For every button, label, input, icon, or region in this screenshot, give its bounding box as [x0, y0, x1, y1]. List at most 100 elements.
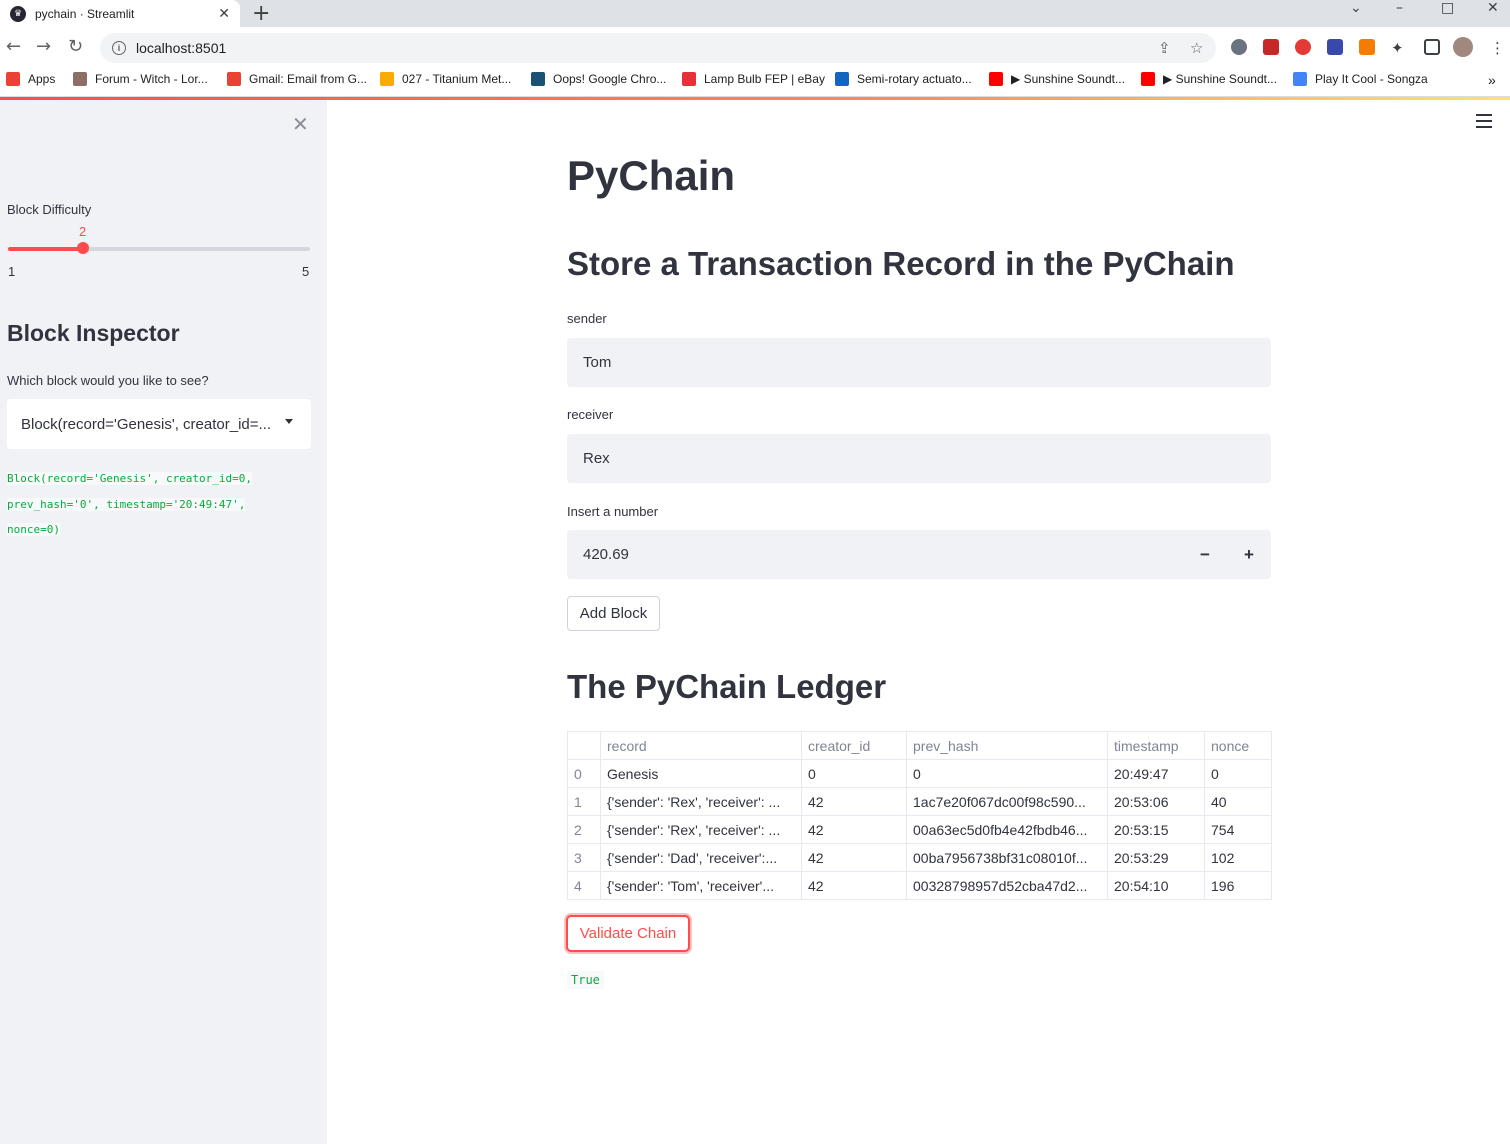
close-sidebar-icon[interactable]: ✕	[292, 112, 309, 136]
sender-input[interactable]: Tom	[567, 338, 1271, 387]
creator-id-cell[interactable]: 42	[801, 843, 907, 872]
extension-blue-icon[interactable]	[1327, 39, 1343, 55]
bookmark-actuator[interactable]: Semi-rotary actuato...	[835, 72, 972, 86]
bookmark-songza[interactable]: Play It Cool - Songza	[1293, 72, 1428, 86]
creator-id-cell[interactable]: 42	[801, 787, 907, 816]
prev-hash-cell[interactable]: 0	[906, 759, 1108, 788]
decrement-button[interactable]: −	[1183, 530, 1227, 579]
creator-id-cell[interactable]: 42	[801, 871, 907, 900]
amount-number-input[interactable]: 420.69 − +	[567, 530, 1271, 579]
record-cell[interactable]: {'sender': 'Rex', 'receiver': ...	[600, 787, 802, 816]
creator-id-cell[interactable]: 0	[801, 759, 907, 788]
add-block-button[interactable]: Add Block	[567, 596, 660, 631]
lastpass-extension-icon[interactable]	[1263, 39, 1279, 55]
timestamp-cell[interactable]: 20:54:10	[1107, 871, 1205, 900]
record-cell[interactable]: {'sender': 'Tom', 'receiver'...	[600, 871, 802, 900]
bookmark-apps[interactable]: Apps	[6, 72, 55, 86]
row-index: 2	[567, 815, 601, 844]
tab-search-icon[interactable]: ⌄	[1350, 0, 1362, 16]
increment-button[interactable]: +	[1227, 530, 1271, 579]
validate-chain-button[interactable]: Validate Chain	[566, 915, 690, 952]
timestamp-cell[interactable]: 20:53:06	[1107, 787, 1205, 816]
prev-hash-cell[interactable]: 1ac7e20f067dc00f98c590...	[906, 787, 1108, 816]
creator-id-cell[interactable]: 42	[801, 815, 907, 844]
bookmark-label: ▶ Sunshine Soundt...	[1011, 72, 1125, 86]
receiver-input[interactable]: Rex	[567, 434, 1271, 483]
timestamp-cell[interactable]: 20:53:15	[1107, 815, 1205, 844]
back-icon[interactable]: ←	[6, 36, 21, 57]
bookmark-ebay[interactable]: Lamp Bulb FEP | eBay	[682, 72, 825, 86]
column-header[interactable]	[567, 731, 601, 760]
browser-tab[interactable]: ♛ pychain · Streamlit ✕	[0, 0, 240, 27]
bookmark-sunshine-2[interactable]: ▶ Sunshine Soundt...	[1141, 72, 1277, 86]
difficulty-current-value: 2	[79, 224, 87, 239]
address-bar[interactable]: i localhost:8501	[100, 33, 1216, 63]
profile-avatar[interactable]	[1453, 37, 1473, 57]
forum-icon	[73, 72, 87, 86]
record-cell[interactable]: Genesis	[600, 759, 802, 788]
bookmark-titanium[interactable]: 027 - Titanium Met...	[380, 72, 511, 86]
forward-icon[interactable]: →	[36, 36, 51, 57]
site-info-icon[interactable]: i	[112, 41, 126, 55]
table-header-row: record creator_id prev_hash timestamp no…	[567, 731, 1272, 760]
metamask-extension-icon[interactable]	[1359, 39, 1375, 55]
nonce-cell[interactable]: 754	[1204, 815, 1272, 844]
prev-hash-cell[interactable]: 00ba7956738bf31c08010f...	[906, 843, 1108, 872]
timestamp-cell[interactable]: 20:49:47	[1107, 759, 1205, 788]
selected-block-text: Block(record='Genesis', creator_id=...	[21, 415, 272, 433]
inspector-question: Which block would you like to see?	[7, 373, 209, 388]
window-close-icon[interactable]: ✕	[1487, 0, 1499, 16]
inspector-title: Block Inspector	[7, 320, 180, 346]
record-cell[interactable]: {'sender': 'Rex', 'receiver': ...	[600, 815, 802, 844]
table-row: 3 {'sender': 'Dad', 'receiver':... 42 00…	[567, 843, 1272, 872]
nonce-cell[interactable]: 196	[1204, 871, 1272, 900]
record-cell[interactable]: {'sender': 'Dad', 'receiver':...	[600, 843, 802, 872]
sender-label: sender	[567, 311, 607, 326]
bookmark-forum[interactable]: Forum - Witch - Lor...	[73, 72, 208, 86]
column-header[interactable]: record	[600, 731, 802, 760]
validation-result: True	[567, 971, 604, 989]
column-header[interactable]: nonce	[1204, 731, 1272, 760]
nonce-cell[interactable]: 40	[1204, 787, 1272, 816]
column-header[interactable]: prev_hash	[906, 731, 1108, 760]
receiver-label: receiver	[567, 407, 614, 422]
url-text: localhost:8501	[136, 40, 227, 56]
osti-icon	[531, 72, 545, 86]
maximize-icon[interactable]: □	[1441, 0, 1454, 16]
reload-icon[interactable]: ↻	[68, 36, 83, 57]
bookmark-label: Play It Cool - Songza	[1315, 72, 1428, 86]
extension-red-icon[interactable]	[1295, 39, 1311, 55]
bookmark-star-icon[interactable]: ☆	[1190, 39, 1203, 57]
column-header[interactable]: timestamp	[1107, 731, 1205, 760]
side-panel-icon[interactable]	[1424, 39, 1440, 55]
block-selectbox[interactable]: Block(record='Genesis', creator_id=...	[7, 399, 311, 449]
row-index: 1	[567, 787, 601, 816]
bookmark-label: 027 - Titanium Met...	[402, 72, 512, 86]
browser-menu-icon[interactable]: ⋮	[1490, 39, 1505, 57]
difficulty-slider[interactable]	[8, 242, 310, 254]
bookmark-label: Gmail: Email from G...	[249, 72, 368, 86]
extensions-puzzle-icon[interactable]: ✦	[1391, 39, 1404, 57]
column-header[interactable]: creator_id	[801, 731, 907, 760]
bookmark-gmail[interactable]: Gmail: Email from G...	[227, 72, 367, 86]
skype-extension-icon[interactable]	[1231, 39, 1247, 55]
nonce-cell[interactable]: 102	[1204, 843, 1272, 872]
bookmark-sunshine-1[interactable]: ▶ Sunshine Soundt...	[989, 72, 1125, 86]
prev-hash-cell[interactable]: 00a63ec5d0fb4e42fbdb46...	[906, 815, 1108, 844]
more-bookmarks-icon[interactable]: »	[1488, 72, 1496, 88]
table-row: 4 {'sender': 'Tom', 'receiver'... 42 003…	[567, 871, 1272, 900]
minimize-icon[interactable]: –	[1396, 0, 1403, 16]
nonce-cell[interactable]: 0	[1204, 759, 1272, 788]
timestamp-cell[interactable]: 20:53:29	[1107, 843, 1205, 872]
bookmark-oops[interactable]: Oops! Google Chro...	[531, 72, 666, 86]
new-tab-icon[interactable]: +	[252, 1, 270, 26]
gmail-icon	[227, 72, 241, 86]
tab-title: pychain · Streamlit	[35, 6, 135, 21]
share-icon[interactable]: ⇪	[1158, 39, 1171, 57]
slider-thumb[interactable]	[77, 242, 89, 254]
app-menu-icon[interactable]	[1476, 114, 1492, 132]
prev-hash-cell[interactable]: 00328798957d52cba47d2...	[906, 871, 1108, 900]
tab-close-icon[interactable]: ✕	[218, 5, 230, 22]
bookmark-label: Lamp Bulb FEP | eBay	[704, 72, 825, 86]
row-index: 0	[567, 759, 601, 788]
